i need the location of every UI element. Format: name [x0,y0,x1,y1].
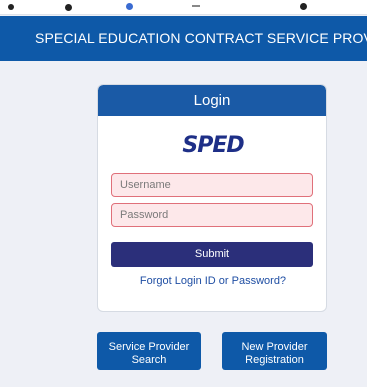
status-dot-icon [8,4,14,10]
login-card: Login SPED Submit Forgot Login ID or Pas… [97,84,327,312]
search-button-line2: Search [131,354,167,366]
registration-button-line1: New Provider [241,341,308,353]
login-card-header: Login [98,85,326,116]
new-provider-registration-button[interactable]: New Provider Registration [222,332,327,370]
forgot-login-link[interactable]: Forgot Login ID or Password? [98,275,326,287]
status-dot-icon [65,4,72,11]
site-header: SPECIAL EDUCATION CONTRACT SERVICE PROVI… [0,16,367,61]
dash-icon [192,5,200,7]
service-provider-search-button[interactable]: Service Provider Search [97,332,201,370]
submit-button[interactable]: Submit [111,242,313,267]
site-title: SPECIAL EDUCATION CONTRACT SERVICE PROVI… [35,30,367,46]
status-dot-icon [126,3,133,10]
login-title: Login [193,92,231,109]
sped-logo: SPED [182,133,244,158]
browser-top-strip [0,0,367,15]
password-input[interactable] [111,203,313,227]
search-button-line1: Service Provider [108,341,190,353]
username-input[interactable] [111,173,313,197]
registration-button-line2: Registration [245,354,304,366]
status-dot-icon [300,3,307,10]
